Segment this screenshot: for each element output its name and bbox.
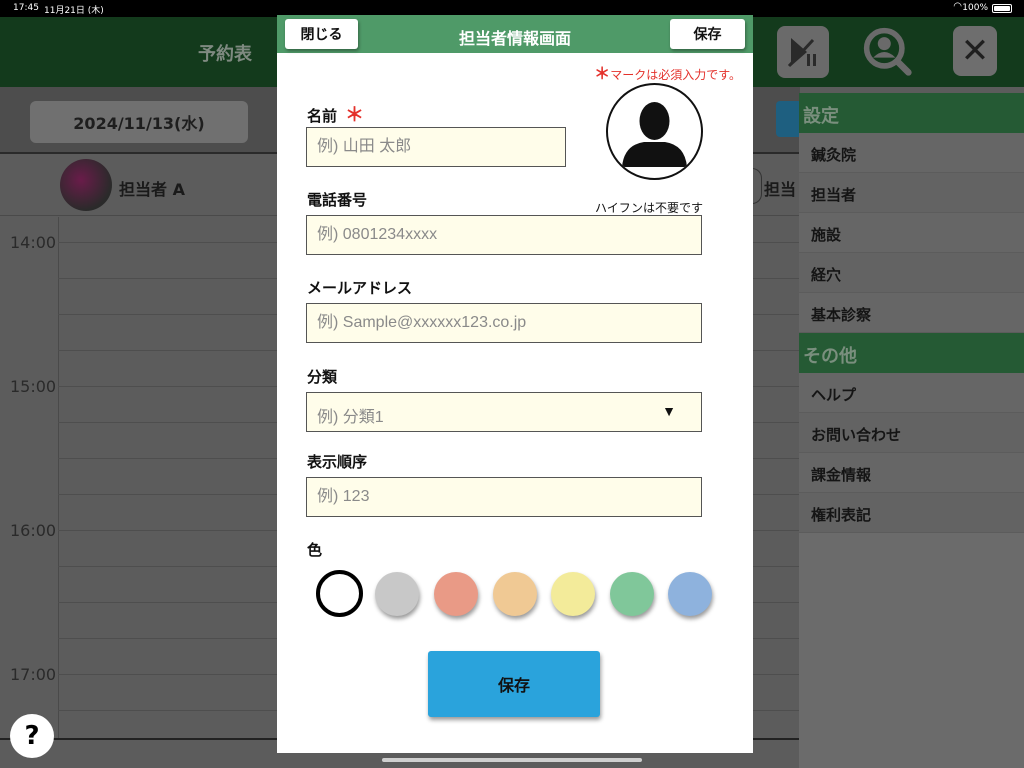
sidebar-section-other: その他 <box>799 333 1024 373</box>
dropdown-arrow-icon: ▼ <box>662 403 676 419</box>
close-sidebar-button[interactable]: ✕ <box>953 26 997 76</box>
required-mark: ＊ <box>594 64 611 83</box>
avatar[interactable] <box>60 159 112 211</box>
staff-search-button[interactable] <box>862 26 914 78</box>
play-pause-button[interactable] <box>777 26 829 78</box>
wifi-icon: ◠ <box>953 1 962 12</box>
name-input[interactable] <box>306 127 566 167</box>
color-swatch[interactable] <box>668 572 712 616</box>
email-label: メールアドレス <box>307 279 413 297</box>
category-label: 分類 <box>307 368 338 386</box>
user-search-icon <box>863 27 912 76</box>
help-button[interactable]: ? <box>10 714 54 758</box>
date-button[interactable]: 2024/11/13(水) <box>30 101 248 143</box>
sidebar-item-help[interactable]: ヘルプ <box>799 373 1024 413</box>
sidebar-item-clinic[interactable]: 鍼灸院 <box>799 133 1024 173</box>
color-label: 色 <box>307 541 323 559</box>
phone-label: 電話番号 <box>307 191 368 209</box>
modal-title-bar: 担当者情報画面 閉じる 保存 <box>277 15 753 53</box>
display-order-input[interactable] <box>306 477 702 517</box>
sidebar-item-contact[interactable]: お問い合わせ <box>799 413 1024 453</box>
refresh-button[interactable] <box>776 101 800 137</box>
status-time: 17:45 <box>13 3 39 13</box>
hour-label: 17:00 <box>10 665 57 684</box>
required-mark: ＊ <box>345 104 365 126</box>
phone-hint: ハイフンは不要です <box>594 201 703 215</box>
sidebar-item-basic-exam[interactable]: 基本診察 <box>799 293 1024 333</box>
avatar-placeholder[interactable] <box>606 83 703 180</box>
color-swatch[interactable] <box>375 572 419 616</box>
hour-label: 16:00 <box>10 521 57 540</box>
sidebar-item-staff[interactable]: 担当者 <box>799 173 1024 213</box>
staff-name[interactable]: 担当者 A <box>119 176 185 200</box>
settings-sidebar: 設定 鍼灸院 担当者 施設 経穴 基本診察 その他 ヘルプ お問い合わせ 課金情… <box>799 93 1024 768</box>
question-icon: ? <box>24 721 40 751</box>
sidebar-section-settings: 設定 <box>799 93 1024 133</box>
hour-label: 14:00 <box>10 233 57 252</box>
staff-name[interactable]: 担当 <box>764 176 796 200</box>
phone-input[interactable] <box>306 215 702 255</box>
required-note-text: マークは必須入力です。 <box>610 68 741 82</box>
grid-divider <box>58 217 59 738</box>
bottom-save-button[interactable]: 保存 <box>428 651 600 717</box>
close-icon: ✕ <box>960 31 990 71</box>
battery-percent: 100% <box>962 3 988 13</box>
sidebar-item-acupoints[interactable]: 経穴 <box>799 253 1024 293</box>
play-pause-icon <box>787 38 816 68</box>
name-label: 名前 ＊ <box>307 100 364 127</box>
person-silhouette-icon <box>622 102 687 167</box>
sidebar-item-billing[interactable]: 課金情報 <box>799 453 1024 493</box>
required-note: ＊マークは必須入力です。 <box>594 60 741 84</box>
battery-icon <box>992 4 1012 13</box>
color-swatch[interactable] <box>610 572 654 616</box>
close-button[interactable]: 閉じる <box>285 19 358 49</box>
email-input[interactable] <box>306 303 702 343</box>
color-swatch[interactable] <box>316 570 363 617</box>
save-button[interactable]: 保存 <box>670 19 745 49</box>
sidebar-item-facility[interactable]: 施設 <box>799 213 1024 253</box>
name-label-text: 名前 <box>307 107 338 125</box>
sidebar-item-legal[interactable]: 権利表記 <box>799 493 1024 533</box>
order-label: 表示順序 <box>307 453 368 471</box>
staff-info-modal: 担当者情報画面 閉じる 保存 ＊マークは必須入力です。 名前＊ 電話番号 ハイフ… <box>277 15 753 753</box>
home-indicator <box>382 758 642 762</box>
color-swatch[interactable] <box>493 572 537 616</box>
status-date: 11月21日 (木) <box>44 6 104 16</box>
color-swatch[interactable] <box>434 572 478 616</box>
avatar[interactable] <box>752 168 762 204</box>
category-select-value: 例) 分類1 <box>317 409 384 426</box>
hour-label: 15:00 <box>10 377 57 396</box>
color-swatch[interactable] <box>551 572 595 616</box>
category-select[interactable]: 例) 分類1 ▼ <box>306 392 702 432</box>
